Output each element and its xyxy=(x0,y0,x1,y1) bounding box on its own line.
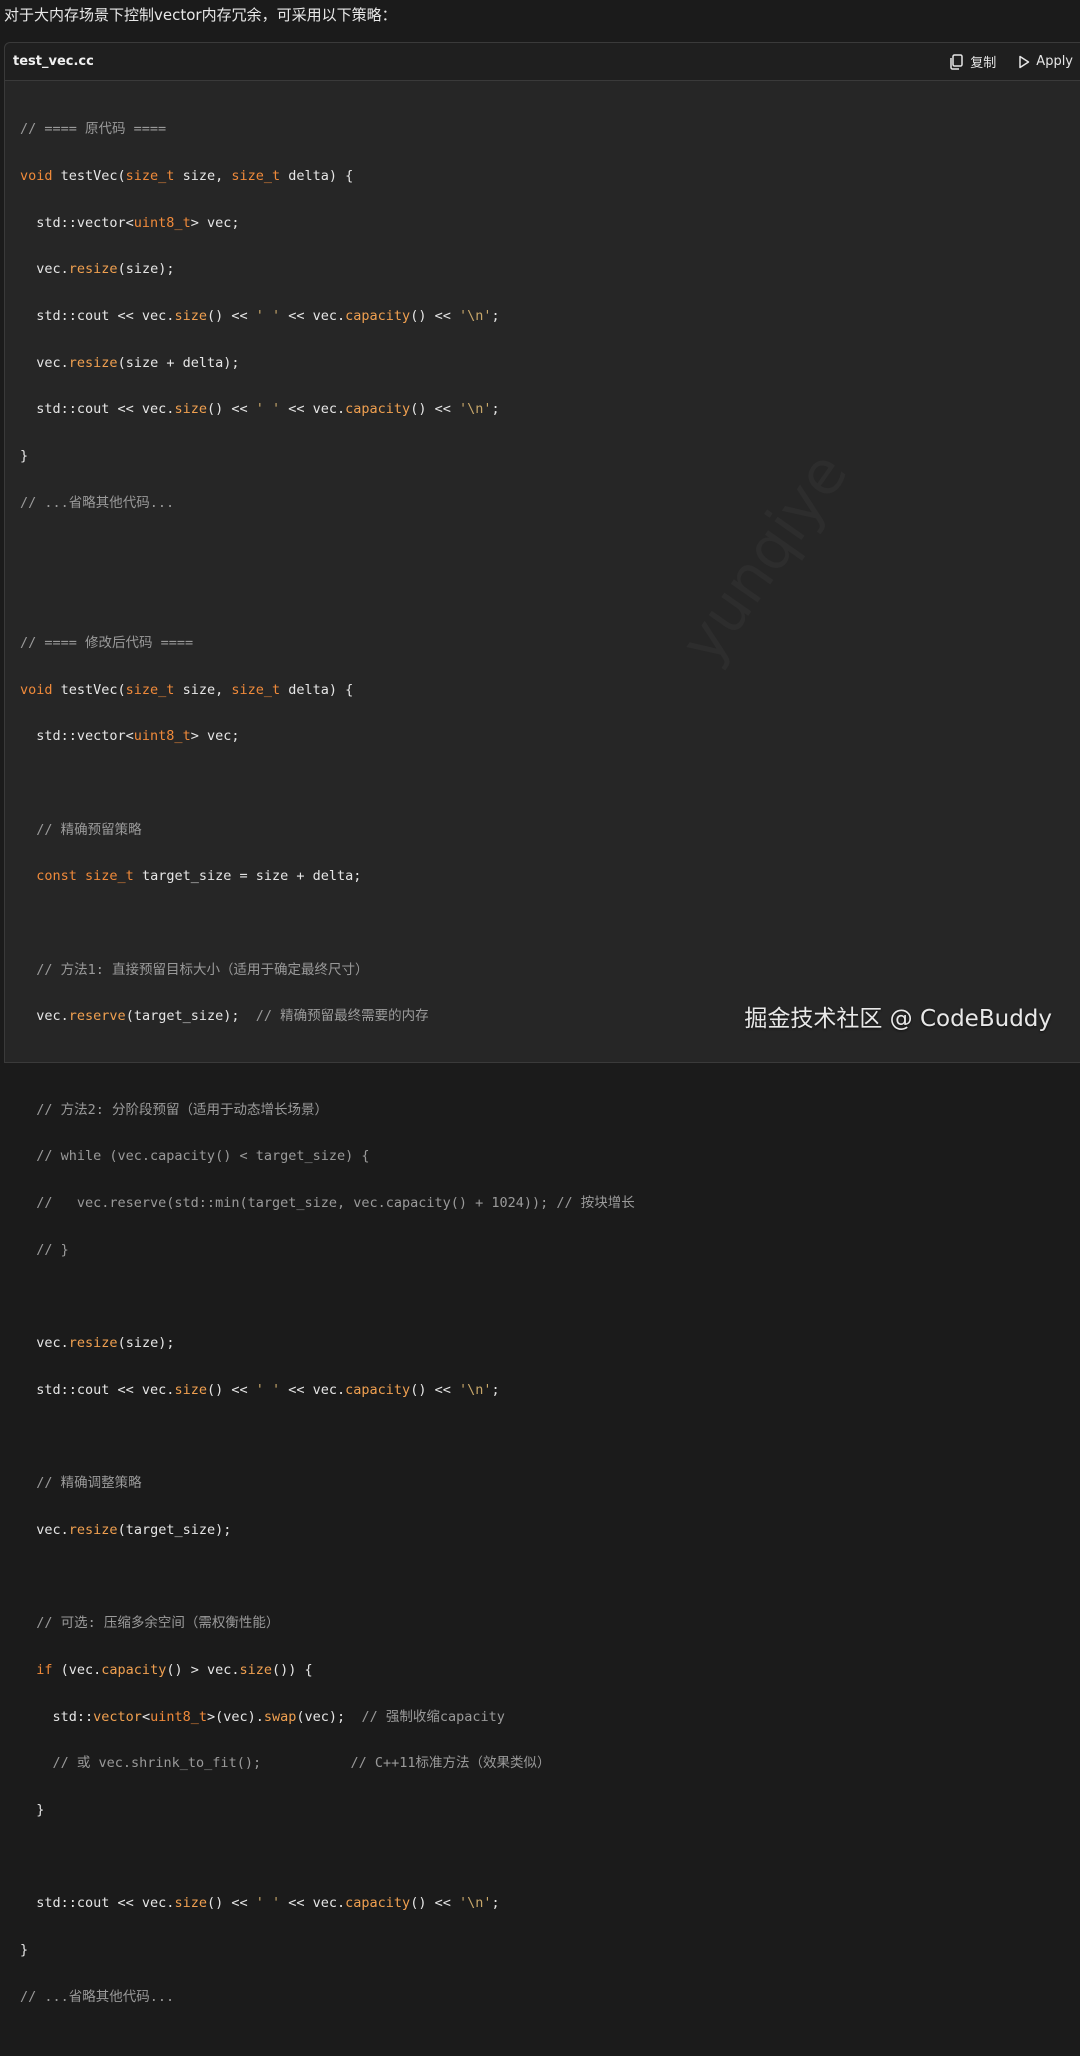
code-line: vec.reserve(target_size); // 精确预留最终需要的内存 xyxy=(20,1008,429,1025)
code-line: std::vector<uint8_t> vec; xyxy=(20,214,240,231)
code-line: std::cout << vec.size() << ' ' << vec.ca… xyxy=(20,401,500,418)
code-line: } xyxy=(20,1802,45,1819)
code-line: void testVec(size_t size, size_t delta) … xyxy=(20,168,354,185)
code-line: if (vec.capacity() > vec.size()) { xyxy=(20,1662,313,1679)
copy-icon xyxy=(949,53,964,70)
code-line: vec.resize(size); xyxy=(20,1335,175,1352)
code-block-panel: test_vec.cc 复制 Apply // ==== 原代码 ==== vo… xyxy=(4,42,1080,2005)
code-line: // while (vec.capacity() < target_size) … xyxy=(20,1148,370,1165)
code-line: vec.resize(size); xyxy=(20,261,175,278)
code-line: // ...省略其他代码... xyxy=(20,494,175,511)
code-line: // 方法2: 分阶段预留（适用于动态增长场景） xyxy=(20,1101,329,1118)
code-line: // ...省略其他代码... xyxy=(20,1988,175,2005)
watermark-text: 掘金技术社区 @ CodeBuddy xyxy=(744,1006,1052,1032)
code-line: // 或 vec.shrink_to_fit(); // C++11标准方法（效… xyxy=(20,1755,551,1772)
code-line: // 精确调整策略 xyxy=(20,1475,142,1492)
code-line: } xyxy=(20,1942,29,1959)
code-line: const size_t target_size = size + delta; xyxy=(20,868,362,885)
code-line: std::cout << vec.size() << ' ' << vec.ca… xyxy=(20,308,500,325)
copy-button[interactable]: 复制 xyxy=(949,52,996,71)
copy-label: 复制 xyxy=(970,56,997,71)
code-line: vec.resize(size + delta); xyxy=(20,354,240,371)
code-line: // vec.reserve(std::min(target_size, vec… xyxy=(20,1195,635,1212)
file-name: test_vec.cc xyxy=(13,54,94,69)
code-line: // 精确预留策略 xyxy=(20,821,142,838)
faint-watermark: yunqiye xyxy=(667,440,861,676)
code-line: void testVec(size_t size, size_t delta) … xyxy=(20,681,354,698)
code-line: // ==== 原代码 ==== xyxy=(20,121,167,138)
apply-button[interactable]: Apply xyxy=(1018,54,1073,69)
code-content[interactable]: // ==== 原代码 ==== void testVec(size_t siz… xyxy=(20,95,635,2056)
code-line: // 方法1: 直接预留目标大小（适用于确定最终尺寸） xyxy=(20,961,369,978)
code-line: } xyxy=(20,448,29,465)
apply-label: Apply xyxy=(1036,54,1073,69)
code-line: std::vector<uint8_t>(vec).swap(vec); // … xyxy=(20,1708,505,1725)
code-block-header: test_vec.cc 复制 Apply xyxy=(5,43,1080,81)
code-line: std::cout << vec.size() << ' ' << vec.ca… xyxy=(20,1895,500,1912)
header-actions: 复制 Apply xyxy=(949,52,1073,71)
code-line: std::cout << vec.size() << ' ' << vec.ca… xyxy=(20,1381,500,1398)
code-line: std::vector<uint8_t> vec; xyxy=(20,728,240,745)
code-line: // } xyxy=(20,1241,69,1258)
play-icon xyxy=(1018,55,1030,69)
intro-text: 对于大内存场景下控制vector内存冗余，可采用以下策略： xyxy=(4,6,397,24)
code-line: vec.resize(target_size); xyxy=(20,1521,232,1538)
code-line: // ==== 修改后代码 ==== xyxy=(20,634,194,651)
code-line: // 可选: 压缩多余空间（需权衡性能） xyxy=(20,1615,280,1632)
